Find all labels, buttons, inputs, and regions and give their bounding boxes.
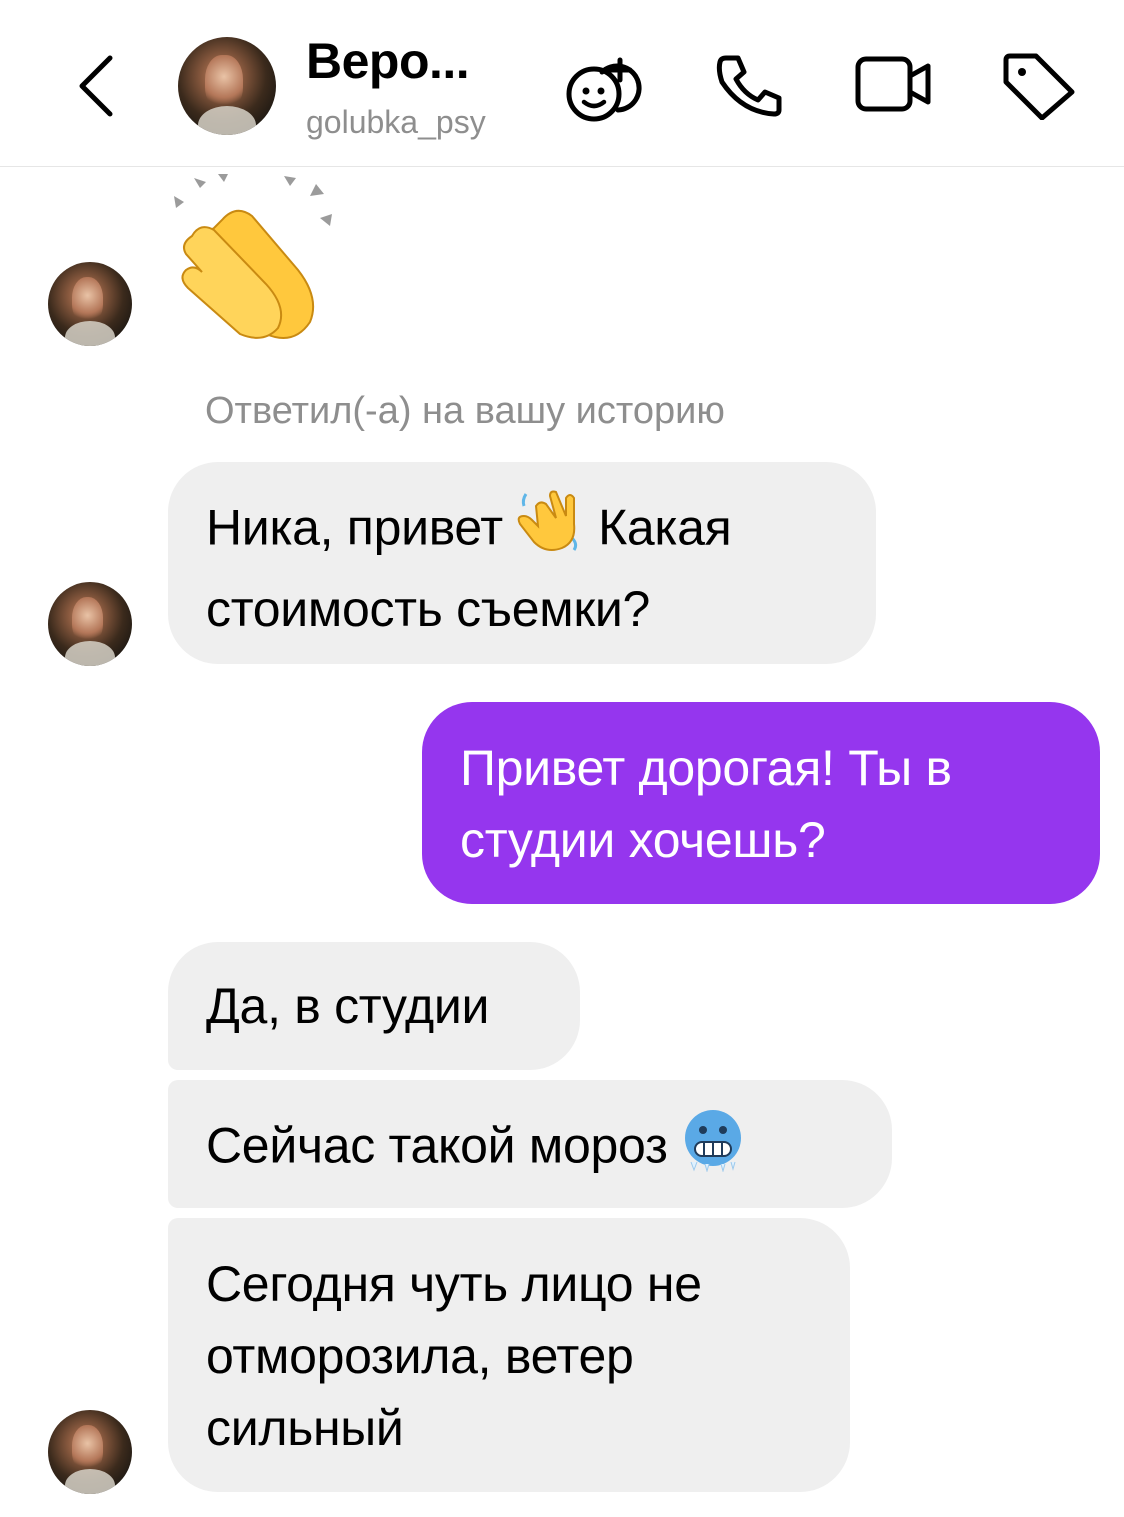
message-text: Сейчас такой мороз: [206, 1117, 668, 1174]
contact-handle[interactable]: golubka_psy: [306, 104, 486, 141]
message-bubble-incoming[interactable]: Сегодня чуть лицо не отморозила, ветер с…: [168, 1218, 850, 1492]
contact-avatar[interactable]: [178, 37, 276, 135]
waving-hand-emoji: [516, 490, 584, 573]
contact-avatar-small[interactable]: [48, 582, 132, 666]
message-text: сильный: [206, 1400, 404, 1456]
message-bubble-outgoing[interactable]: Привет дорогая! Ты в студии хочешь?: [422, 702, 1100, 904]
contact-name[interactable]: Веро...: [306, 32, 470, 90]
contact-avatar-small[interactable]: [48, 262, 132, 346]
message-bubble-incoming[interactable]: Сейчас такой мороз: [168, 1080, 892, 1208]
message-text: Да, в студии: [206, 978, 490, 1034]
story-reply-note: Ответил(-а) на вашу историю: [205, 390, 725, 432]
cold-face-emoji: [681, 1108, 745, 1191]
message-text: Ника, привет: [206, 499, 503, 556]
video-camera-icon[interactable]: [854, 54, 934, 114]
message-text: Какая: [598, 499, 732, 556]
contact-avatar-small[interactable]: [48, 1410, 132, 1494]
message-text: студии хочешь?: [460, 812, 826, 868]
message-bubble-incoming[interactable]: Да, в студии: [168, 942, 580, 1070]
message-bubble-incoming[interactable]: Ника, привет Какая стоимость съемки?: [168, 462, 876, 664]
tag-icon[interactable]: [1002, 52, 1076, 120]
games-icon[interactable]: [564, 48, 644, 126]
phone-icon[interactable]: [712, 52, 786, 118]
back-chevron-icon[interactable]: [74, 54, 118, 118]
message-text: отморозила, ветер: [206, 1328, 634, 1384]
message-text: стоимость съемки?: [206, 581, 651, 637]
message-text: Привет дорогая! Ты в: [460, 740, 952, 796]
chat-header: Веро... golubka_psy: [0, 0, 1124, 167]
clapping-hands-emoji[interactable]: [170, 174, 340, 346]
message-text: Сегодня чуть лицо не: [206, 1256, 702, 1312]
